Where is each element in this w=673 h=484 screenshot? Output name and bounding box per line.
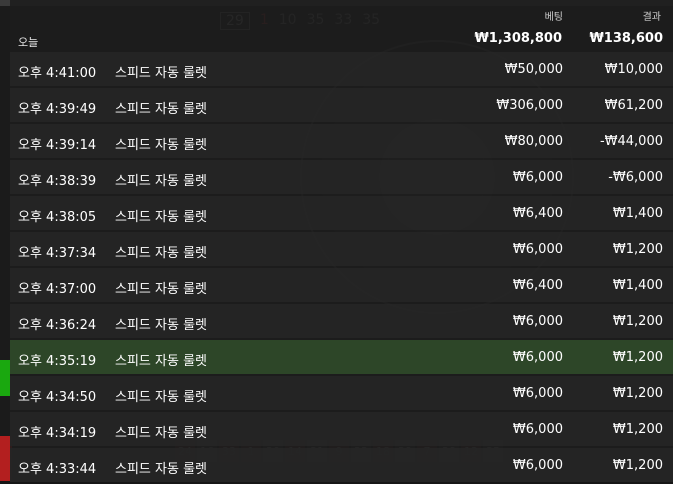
row-time: 오후 4:34:50 (18, 390, 97, 405)
row-time: 오후 4:39:49 (18, 102, 97, 117)
row-time: 오후 4:36:24 (18, 318, 97, 333)
history-row[interactable]: 오후 4:36:24 스피드 자동 룰렛 ₩6,000 ₩1,200 (10, 304, 673, 338)
row-bet-amount: ₩6,000 (512, 458, 563, 473)
row-time: 오후 4:35:19 (18, 354, 97, 369)
history-row[interactable]: 오후 4:41:00 스피드 자동 룰렛 ₩50,000 ₩10,000 (10, 52, 673, 86)
row-bet-amount: ₩6,000 (512, 242, 563, 257)
history-row[interactable]: 오후 4:37:34 스피드 자동 룰렛 ₩6,000 ₩1,200 (10, 232, 673, 266)
row-bet-amount: ₩50,000 (504, 62, 563, 77)
result-column-header: 결과 (642, 12, 661, 23)
row-bet-amount: ₩6,000 (512, 422, 563, 437)
row-time: 오후 4:38:39 (18, 174, 97, 189)
history-row[interactable]: 오후 4:34:50 스피드 자동 룰렛 ₩6,000 ₩1,200 (10, 376, 673, 410)
row-bet-amount: ₩6,000 (512, 314, 563, 329)
column-headers: 베팅 결과 (10, 8, 673, 23)
history-row[interactable]: 오후 4:34:19 스피드 자동 룰렛 ₩6,000 ₩1,200 (10, 412, 673, 446)
row-result-amount: ₩1,200 (612, 422, 663, 437)
today-label: 오늘 (18, 36, 39, 49)
row-result-amount: ₩61,200 (604, 98, 663, 113)
row-game-name: 스피드 자동 룰렛 (115, 210, 207, 225)
history-row[interactable]: 오후 4:39:49 스피드 자동 룰렛 ₩306,000 ₩61,200 (10, 88, 673, 122)
row-game-name: 스피드 자동 룰렛 (115, 426, 207, 441)
row-bet-amount: ₩6,400 (512, 206, 563, 221)
row-time: 오후 4:39:14 (18, 138, 97, 153)
row-game-name: 스피드 자동 룰렛 (115, 354, 207, 369)
row-game-name: 스피드 자동 룰렛 (115, 174, 207, 189)
row-time: 오후 4:33:44 (18, 462, 97, 477)
row-result-amount: -₩44,000 (599, 134, 663, 149)
row-result-amount: ₩1,200 (612, 458, 663, 473)
row-game-name: 스피드 자동 룰렛 (115, 282, 207, 297)
row-time: 오후 4:37:34 (18, 246, 97, 261)
total-result: ₩138,600 (589, 31, 663, 46)
row-game-name: 스피드 자동 룰렛 (115, 390, 207, 405)
total-bet: ₩1,308,800 (474, 31, 562, 46)
row-bet-amount: ₩6,000 (512, 170, 563, 185)
row-game-name: 스피드 자동 룰렛 (115, 246, 207, 261)
row-game-name: 스피드 자동 룰렛 (115, 462, 207, 477)
row-result-amount: ₩1,400 (612, 206, 663, 221)
row-game-name: 스피드 자동 룰렛 (115, 66, 207, 81)
row-bet-amount: ₩6,400 (512, 278, 563, 293)
row-result-amount: ₩1,200 (612, 242, 663, 257)
row-result-amount: ₩1,200 (612, 314, 663, 329)
history-list: 오후 4:41:00 스피드 자동 룰렛 ₩50,000 ₩10,000 오후 4:39… (10, 52, 673, 484)
history-row[interactable]: 오후 4:39:14 스피드 자동 룰렛 ₩80,000 -₩44,000 (10, 124, 673, 158)
daily-summary: 오늘 ₩1,308,800 ₩138,600 (10, 28, 673, 50)
bet-column-header: 베팅 (544, 12, 563, 23)
row-time: 오후 4:41:00 (18, 66, 97, 81)
row-result-amount: -₩6,000 (608, 170, 663, 185)
row-game-name: 스피드 자동 룰렛 (115, 318, 207, 333)
row-time: 오후 4:34:19 (18, 426, 97, 441)
history-row[interactable]: 오후 4:33:44 스피드 자동 룰렛 ₩6,000 ₩1,200 (10, 448, 673, 482)
row-game-name: 스피드 자동 룰렛 (115, 102, 207, 117)
history-row[interactable]: 오후 4:38:39 스피드 자동 룰렛 ₩6,000 -₩6,000 (10, 160, 673, 194)
row-bet-amount: ₩6,000 (512, 350, 563, 365)
row-result-amount: ₩1,200 (612, 350, 663, 365)
green-indicator (0, 360, 10, 396)
row-result-amount: ₩10,000 (604, 62, 663, 77)
bet-history-panel[interactable]: 베팅 결과 오늘 ₩1,308,800 ₩138,600 오후 4:41:00 스… (10, 0, 673, 484)
row-bet-amount: ₩6,000 (512, 386, 563, 401)
row-bet-amount: ₩80,000 (504, 134, 563, 149)
row-game-name: 스피드 자동 룰렛 (115, 138, 207, 153)
row-result-amount: ₩1,200 (612, 386, 663, 401)
row-result-amount: ₩1,400 (612, 278, 663, 293)
history-row[interactable]: 오후 4:35:19 스피드 자동 룰렛 ₩6,000 ₩1,200 (10, 340, 673, 374)
history-row[interactable]: 오후 4:37:00 스피드 자동 룰렛 ₩6,400 ₩1,400 (10, 268, 673, 302)
row-bet-amount: ₩306,000 (496, 98, 563, 113)
row-time: 오후 4:37:00 (18, 282, 97, 297)
history-row[interactable]: 오후 4:38:05 스피드 자동 룰렛 ₩6,400 ₩1,400 (10, 196, 673, 230)
row-time: 오후 4:38:05 (18, 210, 97, 225)
